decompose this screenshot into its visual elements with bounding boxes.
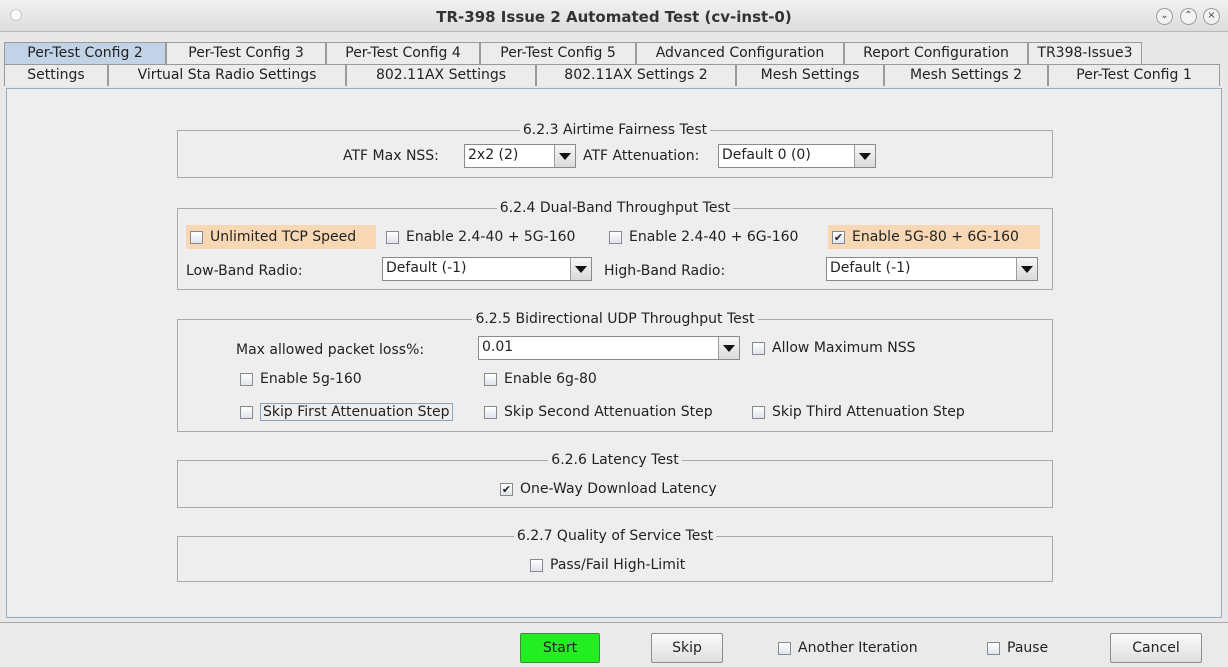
bidirectional-udp-title: 6.2.5 Bidirectional UDP Throughput Test: [472, 311, 758, 327]
skip-third-attenuation-checkbox[interactable]: Skip Third Attenuation Step: [748, 400, 969, 424]
tab-mesh-settings[interactable]: Mesh Settings: [736, 64, 884, 86]
maximize-icon[interactable]: ⌃: [1180, 8, 1197, 25]
cancel-button[interactable]: Cancel: [1110, 633, 1202, 663]
latency-title: 6.2.6 Latency Test: [548, 452, 682, 468]
max-packet-loss-select[interactable]: 0.01: [478, 336, 740, 360]
unlimited-tcp-checkbox[interactable]: Unlimited TCP Speed: [186, 225, 376, 249]
checkbox-box[interactable]: [386, 230, 399, 244]
max-packet-loss-value: 0.01: [482, 339, 514, 355]
checkbox-box[interactable]: [484, 372, 497, 386]
airtime-fairness-group: 6.2.3 Airtime Fairness Test ATF Max NSS:…: [177, 122, 1053, 178]
tab-advanced-configuration[interactable]: Advanced Configuration: [636, 42, 844, 64]
pause-checkbox[interactable]: Pause: [983, 636, 1052, 660]
enable-5g160-checkbox[interactable]: Enable 5g-160: [236, 367, 366, 391]
one-way-latency-checkbox[interactable]: ✔ One-Way Download Latency: [496, 477, 721, 501]
enable-6g80-checkbox[interactable]: Enable 6g-80: [480, 367, 601, 391]
enable-24-5g-checkbox[interactable]: Enable 2.4-40 + 5G-160: [382, 225, 579, 249]
skip-first-attenuation-checkbox[interactable]: Skip First Attenuation Step: [236, 400, 457, 424]
skip-button[interactable]: Skip: [651, 633, 723, 663]
pass-fail-high-limit-checkbox[interactable]: Pass/Fail High-Limit: [526, 553, 689, 577]
airtime-fairness-title: 6.2.3 Airtime Fairness Test: [519, 122, 711, 138]
tab-content-panel: 6.2.3 Airtime Fairness Test ATF Max NSS:…: [6, 88, 1222, 618]
chevron-down-icon[interactable]: [554, 145, 575, 167]
tab-settings[interactable]: Settings: [4, 64, 108, 86]
checkbox-box[interactable]: [240, 372, 253, 386]
window-title: TR-398 Issue 2 Automated Test (cv-inst-0…: [436, 8, 792, 26]
checkbox-box[interactable]: [190, 230, 203, 244]
atf-attenuation-value: Default 0 (0): [722, 147, 811, 163]
checkbox-box[interactable]: [987, 641, 1000, 655]
close-icon[interactable]: ×: [1203, 8, 1220, 25]
tab-per-test-config-4[interactable]: Per-Test Config 4: [326, 42, 480, 64]
chevron-down-icon[interactable]: [718, 337, 739, 359]
start-button[interactable]: Start: [520, 633, 600, 663]
enable-5g-6g-checkbox[interactable]: ✔ Enable 5G-80 + 6G-160: [828, 225, 1040, 249]
tab-per-test-config-5[interactable]: Per-Test Config 5: [480, 42, 636, 64]
low-band-radio-select[interactable]: Default (-1): [382, 257, 592, 281]
checkbox-checked-icon[interactable]: ✔: [500, 482, 513, 496]
chevron-down-icon[interactable]: [570, 258, 591, 280]
window-titlebar: TR-398 Issue 2 Automated Test (cv-inst-0…: [0, 0, 1228, 32]
chevron-down-icon[interactable]: [854, 145, 875, 167]
qos-title: 6.2.7 Quality of Service Test: [513, 528, 717, 544]
high-band-radio-value: Default (-1): [830, 260, 911, 276]
tab-80211ax-settings-2[interactable]: 802.11AX Settings 2: [536, 64, 736, 86]
chevron-down-icon[interactable]: [1016, 258, 1037, 280]
checkbox-box[interactable]: [484, 405, 497, 419]
tab-per-test-config-2[interactable]: Per-Test Config 2: [4, 42, 166, 64]
enable-24-6g-checkbox[interactable]: Enable 2.4-40 + 6G-160: [605, 225, 802, 249]
skip-second-attenuation-checkbox[interactable]: Skip Second Attenuation Step: [480, 400, 717, 424]
qos-group: 6.2.7 Quality of Service Test Pass/Fail …: [177, 528, 1053, 582]
tab-tr398-issue3[interactable]: TR398-Issue3: [1028, 42, 1142, 64]
dual-band-title: 6.2.4 Dual-Band Throughput Test: [496, 200, 734, 216]
high-band-radio-label: High-Band Radio:: [604, 263, 726, 279]
checkbox-box[interactable]: [778, 641, 791, 655]
tab-80211ax-settings[interactable]: 802.11AX Settings: [346, 64, 536, 86]
max-packet-loss-label: Max allowed packet loss%:: [236, 342, 425, 358]
atf-max-nss-select[interactable]: 2x2 (2): [464, 144, 576, 168]
checkbox-box[interactable]: [609, 230, 622, 244]
dual-band-group: 6.2.4 Dual-Band Throughput Test Unlimite…: [177, 200, 1053, 290]
allow-max-nss-checkbox[interactable]: Allow Maximum NSS: [748, 336, 920, 360]
low-band-radio-value: Default (-1): [386, 260, 467, 276]
checkbox-box[interactable]: [752, 405, 765, 419]
bidirectional-udp-group: 6.2.5 Bidirectional UDP Throughput Test …: [177, 311, 1053, 432]
checkbox-box[interactable]: [240, 405, 253, 419]
tab-per-test-config-1[interactable]: Per-Test Config 1: [1048, 64, 1220, 86]
atf-max-nss-value: 2x2 (2): [468, 147, 519, 163]
checkbox-box[interactable]: [530, 558, 543, 572]
another-iteration-checkbox[interactable]: Another Iteration: [774, 636, 922, 660]
checkbox-checked-icon[interactable]: ✔: [832, 230, 845, 244]
atf-max-nss-label: ATF Max NSS:: [343, 148, 439, 164]
minimize-icon[interactable]: ⌄: [1156, 8, 1173, 25]
low-band-radio-label: Low-Band Radio:: [186, 263, 303, 279]
tab-report-configuration[interactable]: Report Configuration: [844, 42, 1028, 64]
checkbox-box[interactable]: [752, 341, 765, 355]
atf-attenuation-label: ATF Attenuation:: [583, 148, 700, 164]
latency-group: 6.2.6 Latency Test ✔ One-Way Download La…: [177, 452, 1053, 508]
high-band-radio-select[interactable]: Default (-1): [826, 257, 1038, 281]
atf-attenuation-select[interactable]: Default 0 (0): [718, 144, 876, 168]
tab-virtual-sta-radio-settings[interactable]: Virtual Sta Radio Settings: [108, 64, 346, 86]
tab-mesh-settings-2[interactable]: Mesh Settings 2: [884, 64, 1048, 86]
bottom-bar: Start Skip Another Iteration Pause Cance…: [0, 622, 1228, 667]
tab-per-test-config-3[interactable]: Per-Test Config 3: [166, 42, 326, 64]
